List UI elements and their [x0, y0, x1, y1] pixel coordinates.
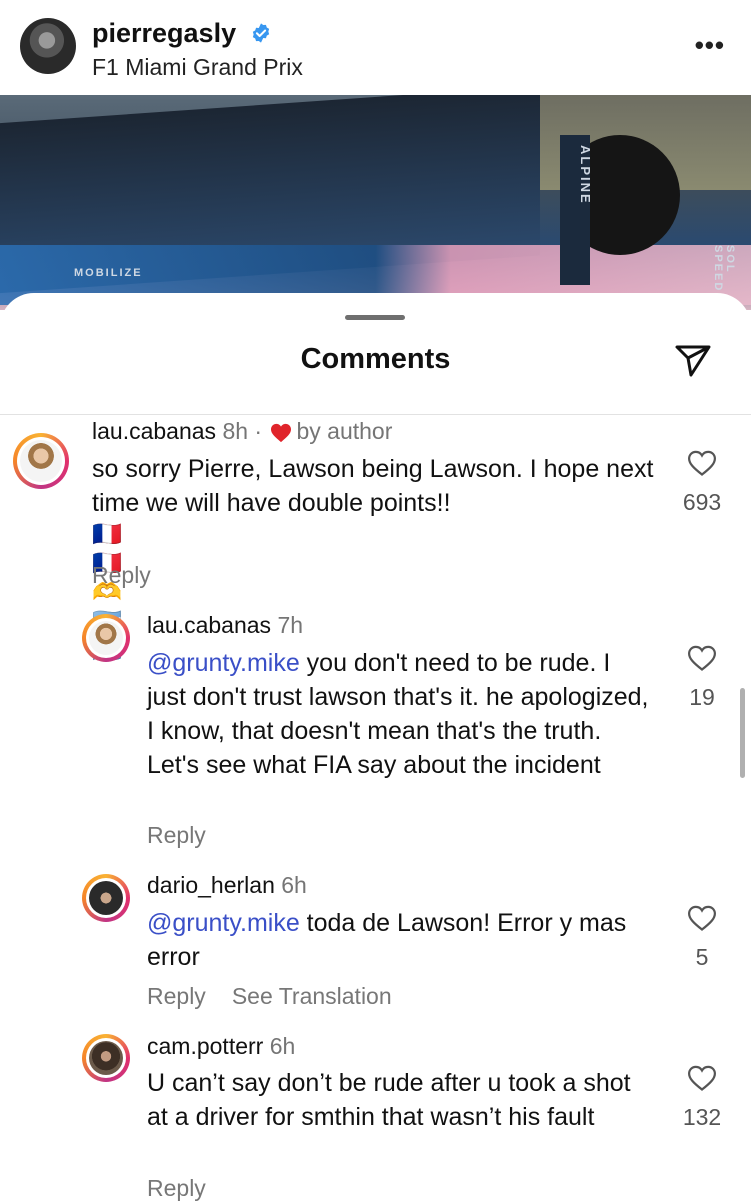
comment-avatar[interactable] — [82, 1034, 130, 1082]
comment-time: 6h — [269, 1033, 296, 1059]
like-control[interactable]: 19 — [670, 645, 734, 711]
heart-outline-icon[interactable] — [687, 645, 717, 672]
comment-meta: dario_herlan 6h — [147, 872, 307, 899]
avatar-photo — [89, 621, 123, 655]
comment-text: so sorry Pierre, Lawson being Lawson. I … — [92, 455, 654, 517]
sheet-title: Comments — [300, 343, 451, 375]
heart-outline-icon[interactable] — [687, 450, 717, 477]
comment-actions: Reply — [147, 822, 232, 849]
comment-actions: Reply See Translation — [147, 983, 418, 1010]
comment-actions: Reply — [92, 562, 177, 589]
share-icon[interactable] — [673, 341, 713, 381]
post-author-username[interactable]: pierregasly — [92, 18, 272, 49]
like-count: 5 — [695, 944, 709, 970]
comment-text: U can’t say don’t be rude after u took a… — [147, 1069, 631, 1131]
avatar-photo — [89, 1041, 123, 1075]
comment-meta: cam.potterr 6h — [147, 1033, 295, 1060]
scrollbar[interactable] — [740, 688, 745, 778]
comment-text: @grunty.mike toda de Lawson! Error y mas… — [147, 906, 652, 974]
comment-username[interactable]: lau.cabanas — [92, 418, 216, 444]
see-translation-button[interactable]: See Translation — [232, 983, 392, 1009]
reply-button[interactable]: Reply — [147, 822, 206, 848]
heart-outline-icon[interactable] — [687, 905, 717, 932]
like-count: 132 — [682, 1104, 722, 1130]
comment-avatar[interactable] — [13, 433, 69, 489]
comment-meta: lau.cabanas 7h — [147, 612, 303, 639]
comment-username[interactable]: lau.cabanas — [147, 612, 271, 638]
comment-text: @grunty.mike you don't need to be rude. … — [147, 646, 652, 782]
reply-button[interactable]: Reply — [147, 983, 206, 1009]
post-author-avatar[interactable] — [20, 18, 76, 74]
sheet-drag-handle[interactable] — [345, 315, 405, 320]
like-control[interactable]: 132 — [670, 1065, 734, 1131]
post-photo[interactable]: ALPINE MOBILIZE SOL SPEED — [0, 95, 751, 310]
like-count: 19 — [689, 684, 715, 710]
reply-button[interactable]: Reply — [92, 562, 151, 588]
comment-username[interactable]: cam.potterr — [147, 1033, 263, 1059]
post-header: pierregasly F1 Miami Grand Prix ••• — [0, 0, 751, 95]
heart-outline-icon[interactable] — [687, 1065, 717, 1092]
photo-text-alpine: ALPINE — [578, 145, 593, 205]
comment-actions: Reply — [147, 1175, 232, 1202]
comment-meta: lau.cabanas 8h · by author — [92, 418, 393, 444]
comment-avatar[interactable] — [82, 614, 130, 662]
like-control[interactable]: 693 — [670, 450, 734, 516]
like-count: 693 — [682, 489, 722, 515]
like-control[interactable]: 5 — [670, 905, 734, 971]
mention-link[interactable]: @grunty.mike — [147, 649, 300, 677]
avatar-photo — [89, 881, 123, 915]
more-options-icon[interactable]: ••• — [695, 30, 725, 61]
post-author-username-text[interactable]: pierregasly — [92, 18, 236, 48]
comment-author-badge: by author — [296, 418, 393, 444]
comment-time: 7h — [277, 612, 304, 638]
reply-button[interactable]: Reply — [147, 1175, 206, 1201]
sheet-divider — [0, 414, 751, 415]
avatar-photo — [20, 440, 62, 482]
verified-badge-icon — [252, 23, 269, 43]
comment-time: 8h — [222, 418, 249, 444]
photo-text-mobilize: MOBILIZE — [74, 267, 143, 279]
mention-link[interactable]: @grunty.mike — [147, 909, 300, 937]
comment-avatar[interactable] — [82, 874, 130, 922]
comment-time: 6h — [281, 872, 307, 898]
heart-icon — [271, 423, 292, 443]
comment-username[interactable]: dario_herlan — [147, 872, 275, 898]
post-location[interactable]: F1 Miami Grand Prix — [92, 54, 303, 81]
